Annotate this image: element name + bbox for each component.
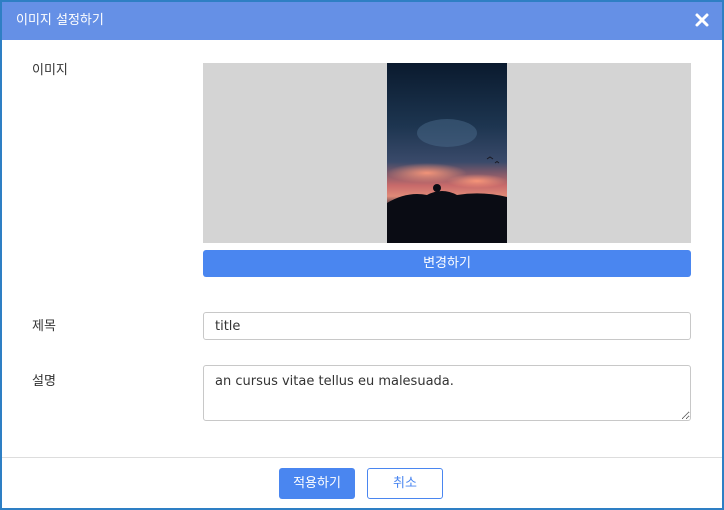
title-label: 제목 — [32, 319, 56, 334]
cancel-button[interactable]: 취소 — [367, 468, 443, 499]
description-textarea[interactable]: an cursus vitae tellus eu malesuada. — [203, 365, 691, 421]
change-image-button[interactable]: 변경하기 — [203, 250, 691, 277]
dialog-titlebar: 이미지 설정하기 — [2, 2, 722, 40]
image-settings-dialog: 이미지 설정하기 이미지 변경하기 제목 title 설명 an cursus … — [0, 0, 724, 510]
image-preview — [203, 63, 691, 243]
dialog-title: 이미지 설정하기 — [16, 13, 104, 28]
apply-button[interactable]: 적용하기 — [279, 468, 355, 499]
footer-divider — [2, 457, 722, 458]
close-icon[interactable] — [692, 10, 712, 30]
description-label: 설명 — [32, 374, 56, 389]
preview-photo — [387, 63, 507, 243]
image-label: 이미지 — [32, 63, 68, 78]
title-input[interactable] — [203, 312, 691, 340]
